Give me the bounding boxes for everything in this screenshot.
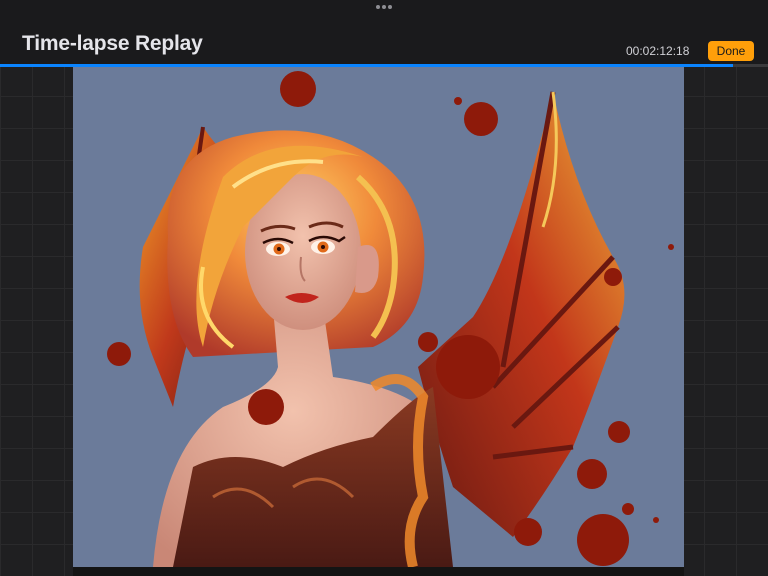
artwork-illustration bbox=[107, 71, 674, 567]
timestamp-readout: 00:02:12:18 bbox=[626, 44, 690, 58]
done-button[interactable]: Done bbox=[708, 41, 754, 61]
page-title: Time-lapse Replay bbox=[22, 32, 203, 55]
replay-canvas[interactable] bbox=[73, 67, 684, 567]
canvas-bottom-edge bbox=[73, 567, 684, 576]
top-bar: Time-lapse Replay 00:02:12:18 Done bbox=[0, 0, 768, 64]
timelapse-replay-screen: Time-lapse Replay 00:02:12:18 Done bbox=[0, 0, 768, 576]
more-dots-icon[interactable] bbox=[376, 4, 392, 10]
